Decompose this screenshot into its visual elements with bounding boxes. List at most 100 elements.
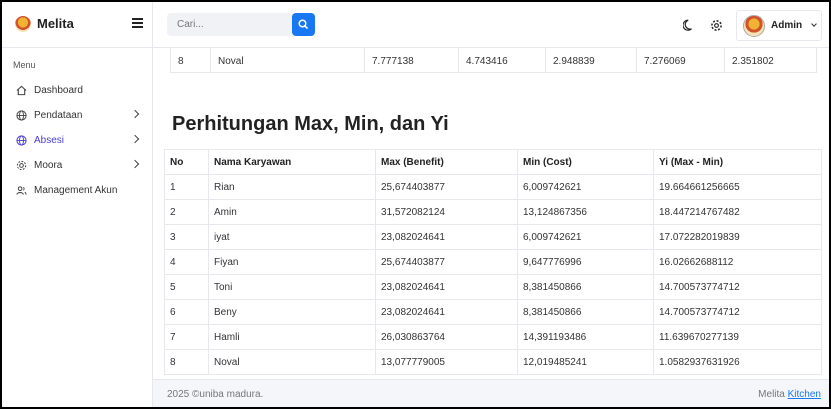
sidebar: Melita Menu Dashboard Pendataan Absesi M…	[2, 2, 153, 407]
column-header: Max (Benefit)	[375, 149, 518, 175]
sidebar-item-absesi[interactable]: Absesi	[2, 130, 153, 152]
sidebar-item-label: Management Akun	[34, 185, 118, 196]
table-cell: 8	[164, 349, 209, 375]
table-cell: 6,009742621	[517, 224, 654, 250]
avatar	[743, 15, 765, 37]
table-cell: 3	[164, 224, 209, 250]
table-cell: 7.777138	[365, 48, 459, 73]
gear-icon[interactable]	[710, 19, 723, 32]
table-cell: Hamli	[208, 324, 376, 350]
app-window: Melita Menu Dashboard Pendataan Absesi M…	[2, 2, 829, 407]
table-cell: 5	[164, 274, 209, 300]
user-menu[interactable]: Admin	[736, 10, 822, 41]
footer: 2025 ©uniba madura. Melita Kitchen	[153, 379, 829, 407]
table-cell: 1.0582937631926	[653, 349, 822, 375]
table-cell: Fiyan	[208, 249, 376, 275]
table-row: 5 Toni 23,082024641 8,381450866 14.700573774…	[164, 274, 822, 300]
table-cell: 13,077779005	[375, 349, 518, 375]
search-icon	[298, 19, 308, 29]
column-header: No	[164, 149, 209, 175]
table-cell: 2	[164, 199, 209, 225]
globe-icon	[16, 135, 27, 146]
table-cell: 16.02662688112	[653, 249, 822, 275]
search-button[interactable]	[292, 13, 315, 36]
brand: Melita	[2, 2, 153, 48]
hamburger-menu-icon[interactable]	[132, 18, 143, 28]
table-cell: 8	[171, 48, 211, 73]
footer-credit-link[interactable]: Kitchen	[788, 389, 821, 400]
table-cell: 1	[164, 174, 209, 200]
table-cell: 14.700573774712	[653, 274, 822, 300]
table-cell: 19.664661256665	[653, 174, 822, 200]
table-cell: 9,647776996	[517, 249, 654, 275]
table-cell: Noval	[208, 349, 376, 375]
table-cell: 6,009742621	[517, 174, 654, 200]
table-row: 4 Fiyan 25,674403877 9,647776996 16.02662688…	[164, 249, 822, 275]
table-header-row: No Nama Karyawan Max (Benefit) Min (Cost…	[164, 149, 822, 175]
brand-name: Melita	[37, 16, 74, 31]
sidebar-item-management-akun[interactable]: Management Akun	[2, 180, 153, 202]
table-cell: 23,082024641	[375, 274, 518, 300]
table-cell: 4.743416	[459, 48, 546, 73]
table-cell: Toni	[208, 274, 376, 300]
settings-icon	[16, 160, 27, 171]
chevron-right-icon	[130, 109, 140, 119]
search-input[interactable]	[167, 13, 292, 36]
chevron-right-icon	[130, 159, 140, 169]
sidebar-item-label: Absesi	[34, 135, 65, 146]
chevron-down-icon	[811, 21, 817, 27]
table-cell: 6	[164, 299, 209, 325]
table-cell: 7.276069	[637, 48, 725, 73]
sidebar-item-pendataan[interactable]: Pendataan	[2, 105, 153, 127]
sidebar-item-moora[interactable]: Moora	[2, 155, 153, 177]
footer-credit: Melita Kitchen	[758, 389, 821, 400]
main-content: 8 Noval 7.777138 4.743416 2.948839 7.276…	[153, 48, 829, 407]
column-header: Min (Cost)	[517, 149, 654, 175]
table-row: 2 Amin 31,572082124 13,124867356 18.44721476…	[164, 199, 822, 225]
footer-credit-prefix: Melita	[758, 389, 785, 400]
table-cell: 18.447214767482	[653, 199, 822, 225]
table-row: 1 Rian 25,674403877 6,009742621 19.664661256…	[164, 174, 822, 200]
chevron-right-icon	[130, 134, 140, 144]
table-cell: 2.948839	[546, 48, 637, 73]
table-cell: Rian	[208, 174, 376, 200]
home-icon	[16, 85, 27, 96]
table-cell: 25,674403877	[375, 174, 518, 200]
column-header: Nama Karyawan	[208, 149, 376, 175]
table-cell: 12,019485241	[517, 349, 654, 375]
table-cell: Beny	[208, 299, 376, 325]
table-cell: 14,391193486	[517, 324, 654, 350]
table-cell: 7	[164, 324, 209, 350]
sidebar-item-label: Pendataan	[34, 110, 83, 121]
user-name: Admin	[771, 20, 803, 31]
table-row: 3 iyat 23,082024641 6,009742621 17.072282019…	[164, 224, 822, 250]
footer-copyright: 2025 ©uniba madura.	[167, 389, 264, 400]
previous-table-row: 8 Noval 7.777138 4.743416 2.948839 7.276…	[170, 48, 817, 73]
table-cell: 11.639670277139	[653, 324, 822, 350]
column-header: Yi (Max - Min)	[653, 149, 822, 175]
results-table: No Nama Karyawan Max (Benefit) Min (Cost…	[164, 149, 822, 375]
table-cell: 26,030863764	[375, 324, 518, 350]
table-cell: 17.072282019839	[653, 224, 822, 250]
table-row: 8 Noval 13,077779005 12,019485241 1.05829376…	[164, 349, 822, 375]
table-cell: 2.351802	[725, 48, 817, 73]
table-cell: 31,572082124	[375, 199, 518, 225]
table-cell: 23,082024641	[375, 224, 518, 250]
sidebar-item-label: Moora	[34, 160, 63, 171]
moon-icon[interactable]	[683, 19, 695, 31]
sidebar-item-dashboard[interactable]: Dashboard	[2, 80, 153, 102]
table-cell: 13,124867356	[517, 199, 654, 225]
table-cell: Amin	[208, 199, 376, 225]
menu-heading: Menu	[13, 60, 36, 70]
table-cell: 4	[164, 249, 209, 275]
topbar: Admin	[153, 2, 829, 48]
table-row: 7 Hamli 26,030863764 14,391193486 11.6396702…	[164, 324, 822, 350]
table-cell: 8,381450866	[517, 274, 654, 300]
table-cell: 23,082024641	[375, 299, 518, 325]
section-title: Perhitungan Max, Min, dan Yi	[172, 113, 449, 135]
sidebar-item-label: Dashboard	[34, 85, 83, 96]
table-cell: Noval	[211, 48, 365, 73]
table-cell: 25,674403877	[375, 249, 518, 275]
table-row: 6 Beny 23,082024641 8,381450866 14.700573774…	[164, 299, 822, 325]
globe-icon	[16, 110, 27, 121]
